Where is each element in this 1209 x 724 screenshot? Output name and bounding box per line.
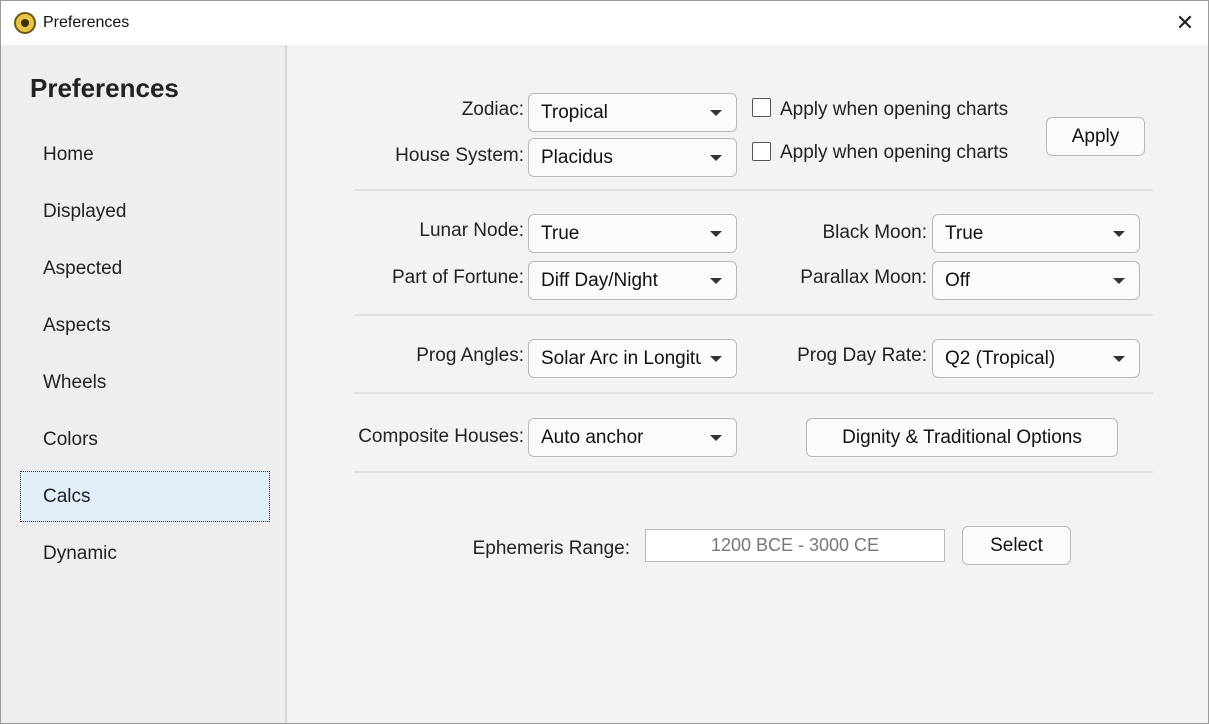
lunar-node-label: Lunar Node:: [419, 220, 524, 241]
sidebar-title: Preferences: [30, 73, 179, 103]
apply-when-opening-checkbox-house[interactable]: [752, 142, 771, 161]
zodiac-select[interactable]: Tropical: [528, 93, 737, 132]
prog-angles-value: Solar Arc in Longitude: [541, 347, 701, 369]
divider: [354, 471, 1153, 473]
parallax-moon-value: Off: [945, 269, 970, 291]
select-ephemeris-button[interactable]: Select: [962, 526, 1071, 565]
chevron-down-icon: [710, 278, 722, 284]
part-of-fortune-label: Part of Fortune:: [391, 267, 524, 288]
ephemeris-range-field: 1200 BCE - 3000 CE: [645, 529, 945, 562]
prog-angles-select[interactable]: Solar Arc in Longitude: [528, 339, 737, 378]
divider: [354, 314, 1153, 316]
dignity-traditional-options-button[interactable]: Dignity & Traditional Options: [806, 418, 1118, 457]
sidebar-item-label: Colors: [43, 428, 98, 450]
house-system-select[interactable]: Placidus: [528, 138, 737, 177]
close-icon: ✕: [1175, 10, 1195, 35]
close-button[interactable]: ✕: [1162, 1, 1208, 45]
chevron-down-icon: [1113, 356, 1125, 362]
part-of-fortune-value: Diff Day/Night: [541, 269, 658, 291]
sidebar-item-calcs[interactable]: Calcs: [20, 471, 270, 522]
lunar-node-select[interactable]: True: [528, 214, 737, 253]
chevron-down-icon: [710, 356, 722, 362]
preferences-window: Preferences ✕ Preferences Home Displayed…: [0, 0, 1209, 724]
apply-when-opening-label-zodiac: Apply when opening charts: [780, 99, 1009, 120]
sidebar-item-dynamic[interactable]: Dynamic: [20, 528, 270, 579]
sidebar-item-displayed[interactable]: Displayed: [20, 186, 270, 237]
sidebar-item-label: Displayed: [43, 200, 127, 222]
parallax-moon-select[interactable]: Off: [932, 261, 1140, 300]
apply-when-opening-label-house: Apply when opening charts: [780, 142, 1009, 163]
sidebar-item-label: Calcs: [43, 485, 91, 507]
zodiac-label: Zodiac:: [461, 99, 524, 120]
composite-houses-label: Composite Houses:: [358, 426, 524, 447]
sidebar-item-wheels[interactable]: Wheels: [20, 357, 270, 408]
ephemeris-range-label: Ephemeris Range:: [472, 538, 630, 559]
apply-when-opening-checkbox-zodiac[interactable]: [752, 98, 771, 117]
sidebar-item-label: Home: [43, 143, 94, 165]
black-moon-label: Black Moon:: [822, 222, 927, 243]
prog-day-rate-label: Prog Day Rate:: [797, 345, 927, 366]
house-system-value: Placidus: [541, 146, 613, 168]
title-bar[interactable]: Preferences ✕: [1, 1, 1208, 45]
part-of-fortune-select[interactable]: Diff Day/Night: [528, 261, 737, 300]
apply-button[interactable]: Apply: [1046, 117, 1145, 156]
zodiac-wheel-icon: [14, 12, 36, 34]
window-title: Preferences: [43, 14, 130, 31]
chevron-down-icon: [710, 155, 722, 161]
zodiac-value: Tropical: [541, 101, 608, 123]
chevron-down-icon: [710, 231, 722, 237]
sidebar-item-aspected[interactable]: Aspected: [20, 243, 270, 294]
sidebar-item-home[interactable]: Home: [20, 129, 270, 180]
composite-houses-value: Auto anchor: [541, 426, 644, 448]
chevron-down-icon: [710, 435, 722, 441]
prog-day-rate-select[interactable]: Q2 (Tropical): [932, 339, 1140, 378]
prog-day-rate-value: Q2 (Tropical): [945, 347, 1056, 369]
sidebar-item-aspects[interactable]: Aspects: [20, 300, 270, 351]
sidebar-item-label: Aspects: [43, 314, 111, 336]
black-moon-select[interactable]: True: [932, 214, 1140, 253]
sidebar-item-label: Wheels: [43, 371, 107, 393]
chevron-down-icon: [1113, 278, 1125, 284]
sidebar: Preferences Home Displayed Aspected Aspe…: [1, 45, 287, 723]
parallax-moon-label: Parallax Moon:: [800, 267, 927, 288]
chevron-down-icon: [1113, 231, 1125, 237]
divider: [354, 189, 1153, 191]
divider: [354, 392, 1153, 394]
sidebar-item-colors[interactable]: Colors: [20, 414, 270, 465]
chevron-down-icon: [710, 110, 722, 116]
black-moon-value: True: [945, 222, 984, 244]
sidebar-item-label: Aspected: [43, 257, 123, 279]
calcs-panel: Zodiac: Tropical Apply when opening char…: [289, 45, 1208, 723]
lunar-node-value: True: [541, 222, 580, 244]
house-system-label: House System:: [395, 145, 524, 166]
composite-houses-select[interactable]: Auto anchor: [528, 418, 737, 457]
prog-angles-label: Prog Angles:: [416, 345, 524, 366]
sidebar-item-label: Dynamic: [43, 542, 117, 564]
